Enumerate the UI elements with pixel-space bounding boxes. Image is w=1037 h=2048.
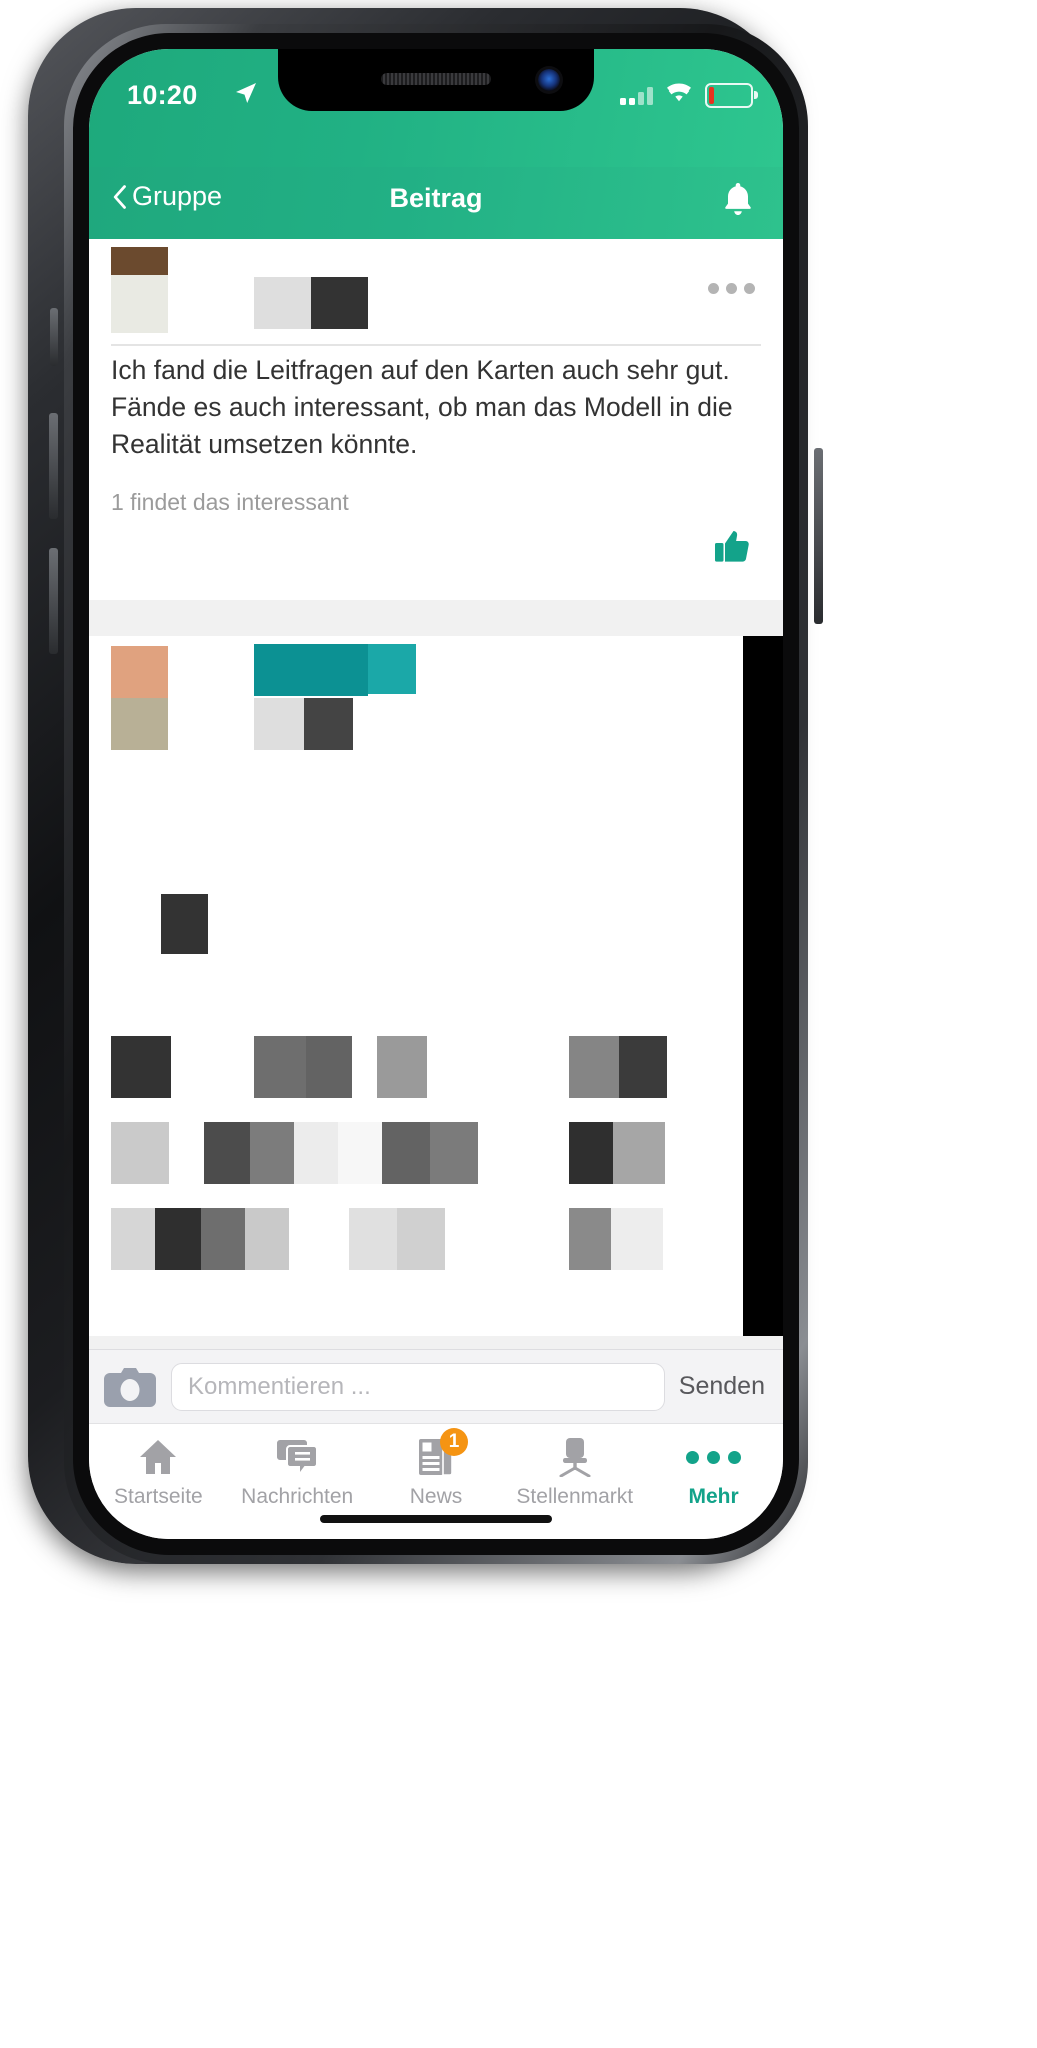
comment-text-redaction-14: [430, 1122, 478, 1184]
tab-label: Startseite: [114, 1485, 203, 1508]
comment-text-redaction-24: [611, 1208, 663, 1270]
tab-nachrichten[interactable]: Nachrichten: [228, 1436, 367, 1509]
home-icon: [138, 1436, 178, 1478]
chat-icon: [276, 1436, 319, 1478]
comment-text-redaction-17: [111, 1208, 155, 1270]
silent-switch[interactable]: [50, 308, 58, 366]
news-badge: 1: [439, 1428, 468, 1456]
comment-author-redaction-5: [304, 698, 353, 750]
notch: [278, 49, 594, 111]
comment-card: [89, 636, 783, 1336]
volume-down-button[interactable]: [49, 548, 58, 654]
comment-text-redaction-23: [569, 1208, 611, 1270]
tab-mehr[interactable]: Mehr: [644, 1436, 783, 1509]
comment-text-redaction-11: [294, 1122, 338, 1184]
comment-text-redaction-12: [338, 1122, 382, 1184]
tab-startseite[interactable]: Startseite: [89, 1436, 228, 1509]
post-header-divider: [111, 344, 761, 346]
send-button[interactable]: Senden: [679, 1372, 769, 1401]
tab-label: News: [409, 1485, 463, 1508]
page-title: Beitrag: [389, 183, 483, 213]
post-scroll-area[interactable]: Ich fand die Leitfragen auf den Karten a…: [89, 239, 783, 1389]
comment-text-redaction-18: [155, 1208, 201, 1270]
comment-author-redaction-3: [368, 644, 416, 694]
post-body: Ich fand die Leitfragen auf den Karten a…: [89, 346, 783, 516]
cellular-signal-icon: [620, 85, 653, 105]
status-time: 10:20: [127, 80, 198, 110]
power-button[interactable]: [814, 448, 823, 624]
comment-text-redaction-10: [250, 1122, 294, 1184]
tab-label: Stellenmarkt: [516, 1485, 634, 1508]
tab-news[interactable]: 1 News: [367, 1428, 506, 1509]
author-avatar-redaction-2: [111, 275, 168, 333]
author-name-redaction-2: [311, 277, 368, 329]
news-icon: 1: [418, 1428, 468, 1478]
thumbs-up-icon[interactable]: [713, 528, 753, 566]
comment-input-bar: Kommentieren ... Senden: [89, 1349, 783, 1423]
post-card: Ich fand die Leitfragen auf den Karten a…: [89, 239, 783, 600]
navigation-bar: Gruppe Beitrag: [89, 167, 783, 239]
comment-text-redaction-20: [245, 1208, 289, 1270]
wifi-icon: [664, 81, 694, 109]
comment-text-redaction-8: [111, 1122, 169, 1184]
home-indicator[interactable]: [320, 1515, 552, 1523]
comment-text-redaction-19: [201, 1208, 245, 1270]
office-chair-icon: [555, 1436, 595, 1478]
overflow-menu-icon[interactable]: [708, 283, 755, 294]
comment-text-redaction-22: [397, 1208, 445, 1270]
comment-text-redaction-9: [204, 1122, 250, 1184]
comment-author-redaction-2: [318, 644, 368, 696]
battery-low-icon: [705, 82, 758, 108]
status-indicators: [620, 81, 758, 109]
earpiece-speaker: [381, 73, 491, 85]
comment-avatar-redaction-1: [111, 646, 168, 698]
screenshot-stage: 10:20 Gruppe Beitrag Ich fand die Leitfr…: [0, 0, 1037, 2048]
post-header: [89, 239, 783, 346]
tab-label: Nachrichten: [241, 1485, 354, 1508]
bell-icon[interactable]: [721, 181, 755, 217]
comment-text-redaction-1: [161, 894, 208, 954]
comment-text-redaction-21: [349, 1208, 397, 1270]
comment-avatar-redaction-2: [111, 698, 168, 750]
comment-text-redaction-2: [111, 1036, 171, 1098]
author-name-redaction-1: [254, 277, 311, 329]
card-gap: [89, 600, 783, 636]
comment-text-redaction-15: [569, 1122, 613, 1184]
comment-author-redaction-1: [254, 644, 318, 696]
comment-input[interactable]: Kommentieren ...: [171, 1362, 665, 1411]
camera-icon[interactable]: [103, 1366, 157, 1408]
tab-label: Mehr: [688, 1485, 739, 1508]
comment-card-right-mask: [743, 636, 783, 1336]
author-avatar-redaction-1: [111, 247, 168, 275]
more-dots-icon: [686, 1436, 742, 1478]
comment-text-redaction-16: [613, 1122, 665, 1184]
post-actions: [89, 516, 783, 600]
comment-text-redaction-3: [254, 1036, 306, 1098]
post-text: Ich fand die Leitfragen auf den Karten a…: [111, 355, 733, 459]
front-camera-icon: [538, 69, 560, 91]
phone-screen: 10:20 Gruppe Beitrag Ich fand die Leitfr…: [89, 49, 783, 1539]
comment-text-redaction-7: [619, 1036, 667, 1098]
volume-up-button[interactable]: [49, 413, 58, 519]
comment-text-redaction-5: [377, 1036, 427, 1098]
comment-author-redaction-4: [254, 698, 304, 750]
reaction-summary: 1 findet das interessant: [111, 489, 349, 515]
location-arrow-icon: [234, 81, 258, 105]
comment-text-redaction-13: [382, 1122, 430, 1184]
comment-text-redaction-4: [306, 1036, 352, 1098]
tab-stellenmarkt[interactable]: Stellenmarkt: [505, 1436, 644, 1509]
comment-text-redaction-6: [569, 1036, 619, 1098]
phone-frame: 10:20 Gruppe Beitrag Ich fand die Leitfr…: [28, 8, 823, 1564]
